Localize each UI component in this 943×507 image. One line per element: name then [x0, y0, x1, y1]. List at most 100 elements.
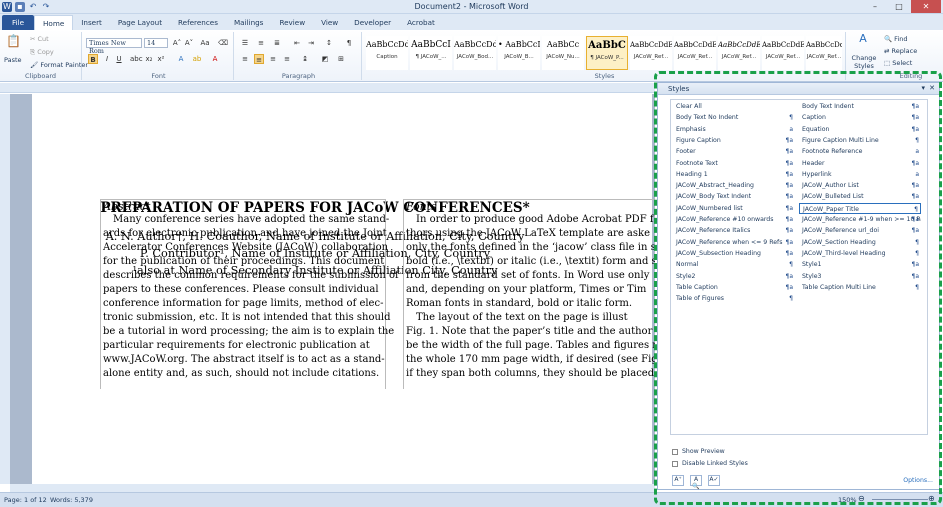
style-list-item[interactable]: Emphasis a — [673, 124, 795, 135]
manage-styles-icon[interactable]: A✓ — [708, 475, 720, 486]
show-preview-checkbox[interactable] — [672, 449, 678, 455]
style-list-item[interactable]: JACoW_Abstract_Heading ¶a — [673, 180, 795, 191]
select-button[interactable]: ⬚ Select — [884, 59, 912, 67]
align-left-icon[interactable]: ≡ — [240, 54, 250, 64]
sort-icon[interactable]: ↕ — [324, 38, 334, 48]
style-list-item[interactable]: Table Caption Multi Line ¶ — [799, 282, 921, 293]
page-count[interactable]: Page: 1 of 12 — [4, 496, 47, 504]
zoom-level[interactable]: 150% — [838, 496, 857, 504]
style-gallery-item[interactable]: AaBbCcDdE JACoW_Ref... — [806, 36, 842, 70]
style-list-item[interactable]: Footer ¶a — [673, 146, 795, 157]
paste-icon[interactable]: 📋 — [6, 35, 21, 52]
tab-mailings[interactable]: Mailings — [226, 15, 271, 30]
copy-button[interactable]: ⎘ Copy — [30, 48, 54, 57]
italic-icon[interactable]: I — [102, 54, 112, 64]
style-list-item[interactable]: JACoW_Author List ¶a — [799, 180, 921, 191]
zoom-slider[interactable] — [872, 499, 928, 500]
tab-references[interactable]: References — [170, 15, 226, 30]
style-list-item[interactable]: Header ¶a — [799, 158, 921, 169]
numbering-icon[interactable]: ≡ — [256, 38, 266, 48]
style-list-item[interactable]: Style3 ¶a — [799, 271, 921, 282]
show-marks-icon[interactable]: ¶ — [344, 38, 354, 48]
fonts-column[interactable]: Fonts In order to produce good Adobe Acr… — [403, 199, 655, 389]
cut-button[interactable]: ✂ Cut — [30, 35, 49, 43]
style-list-item[interactable]: JACoW_Reference Italics ¶a — [673, 225, 795, 236]
style-gallery-item-selected[interactable]: AaBbC ¶ JACoW_P... — [586, 36, 628, 70]
tab-insert[interactable]: Insert — [73, 15, 110, 30]
pane-options-icon[interactable]: ▾ — [921, 84, 925, 92]
style-list-item[interactable]: JACoW_Section Heading ¶ — [799, 237, 921, 248]
clear-format-icon[interactable]: ⌫ — [218, 38, 228, 48]
highlight-icon[interactable]: ab — [192, 54, 202, 64]
borders-icon[interactable]: ⊞ — [336, 54, 346, 64]
bullets-icon[interactable]: ☰ — [240, 38, 250, 48]
style-list-item[interactable]: JACoW_Reference url_doi ¶a — [799, 225, 921, 236]
paste-button[interactable]: Paste — [4, 56, 22, 64]
style-gallery-item[interactable]: AaBbCcDdE JACoW_Ref... — [762, 36, 804, 70]
style-list-item[interactable]: Equation ¶a — [799, 124, 921, 135]
close-icon[interactable]: ✕ — [911, 0, 941, 13]
style-list-item[interactable]: Footnote Reference a — [799, 146, 921, 157]
close-pane-icon[interactable]: ✕ — [929, 84, 935, 92]
font-size-select[interactable]: 14 — [144, 38, 168, 48]
tab-acrobat[interactable]: Acrobat — [399, 15, 443, 30]
format-painter-button[interactable]: 🖌 Format Painter — [30, 61, 88, 69]
style-inspector-icon[interactable]: A🔍 — [690, 475, 702, 490]
tab-page-layout[interactable]: Page Layout — [110, 15, 170, 30]
maximize-icon[interactable]: □ — [887, 0, 911, 13]
style-gallery-item[interactable]: AaBbCcDd JACoW_Bod... — [454, 36, 496, 70]
new-style-icon[interactable]: A⁺ — [672, 475, 684, 486]
style-list-item[interactable]: JACoW_Reference #10 onwards ¶a — [673, 214, 795, 225]
font-name-select[interactable]: Times New Rom — [86, 38, 142, 55]
line-spacing-icon[interactable]: ↨ — [300, 54, 310, 64]
align-right-icon[interactable]: ≡ — [268, 54, 278, 64]
options-link[interactable]: Options... — [903, 477, 933, 484]
style-list-item[interactable]: Figure Caption ¶a — [673, 135, 795, 146]
style-list-item[interactable]: JACoW_Paper Title ¶ — [799, 202, 921, 214]
style-list-item[interactable]: Style2 ¶a — [673, 271, 795, 282]
horizontal-ruler[interactable] — [0, 83, 655, 93]
style-list-item[interactable]: Heading 1 ¶a — [673, 169, 795, 180]
style-gallery-item[interactable]: AaBbCcDdE JACoW_Ref... — [718, 36, 760, 70]
zoom-out-icon[interactable]: ⊖ — [858, 494, 865, 503]
zoom-in-icon[interactable]: ⊕ — [928, 494, 935, 503]
word-count[interactable]: Words: 5,379 — [50, 496, 93, 504]
style-list-item[interactable]: Body Text No Indent ¶ — [673, 112, 795, 123]
subscript-icon[interactable]: x₂ — [144, 54, 154, 64]
style-list-item[interactable]: JACoW_Reference #1-9 when >= 10 Refs ¶a — [799, 214, 921, 225]
align-center-icon[interactable]: ≡ — [254, 54, 264, 64]
style-gallery-item[interactable]: AaBbCcDd Caption — [366, 36, 408, 70]
style-gallery-item[interactable]: AaBbCcDdE JACoW_Ref... — [674, 36, 716, 70]
style-list-item[interactable]: Hyperlink a — [799, 169, 921, 180]
font-color-icon[interactable]: A — [210, 54, 220, 64]
shrink-font-icon[interactable]: A˅ — [184, 38, 194, 48]
tab-view[interactable]: View — [313, 15, 346, 30]
tab-review[interactable]: Review — [271, 15, 313, 30]
bold-icon[interactable]: B — [88, 54, 98, 64]
style-list-item[interactable]: Table Caption ¶a — [673, 282, 795, 293]
style-list-item[interactable]: Normal ¶ — [673, 259, 795, 270]
style-gallery-item[interactable]: • AaBbCcI JACoW_B... — [498, 36, 540, 70]
strikethrough-icon[interactable]: abc — [130, 54, 143, 64]
style-list-item[interactable]: Clear All — [673, 101, 795, 112]
style-list-item[interactable]: JACoW_Bulleted List ¶a — [799, 191, 921, 202]
style-list-item[interactable]: JACoW_Numbered list ¶a — [673, 203, 795, 214]
superscript-icon[interactable]: x² — [156, 54, 166, 64]
change-styles-button[interactable]: Change Styles — [850, 54, 878, 70]
multilevel-list-icon[interactable]: ≣ — [272, 38, 282, 48]
change-styles-icon[interactable]: A — [856, 33, 870, 48]
underline-icon[interactable]: U — [114, 54, 124, 64]
justify-icon[interactable]: ≡ — [282, 54, 292, 64]
style-gallery-item[interactable]: AaBbCcI ¶ JACoW_... — [410, 36, 452, 70]
style-list-item[interactable]: Style1 ¶a — [799, 259, 921, 270]
abstract-column[interactable]: Abstract Many conference series have ado… — [100, 199, 399, 389]
tab-developer[interactable]: Developer — [346, 15, 399, 30]
shading-icon[interactable]: ◩ — [320, 54, 330, 64]
disable-linked-checkbox[interactable] — [672, 461, 678, 467]
minimize-icon[interactable]: – — [863, 0, 887, 13]
tab-home[interactable]: Home — [34, 15, 74, 30]
style-list-item[interactable]: Body Text Indent ¶a — [799, 101, 921, 112]
style-list-item[interactable]: JACoW_Body Text Indent ¶a — [673, 191, 795, 202]
increase-indent-icon[interactable]: ⇥ — [306, 38, 316, 48]
style-list-item[interactable]: JACoW_Subsection Heading ¶a — [673, 248, 795, 259]
